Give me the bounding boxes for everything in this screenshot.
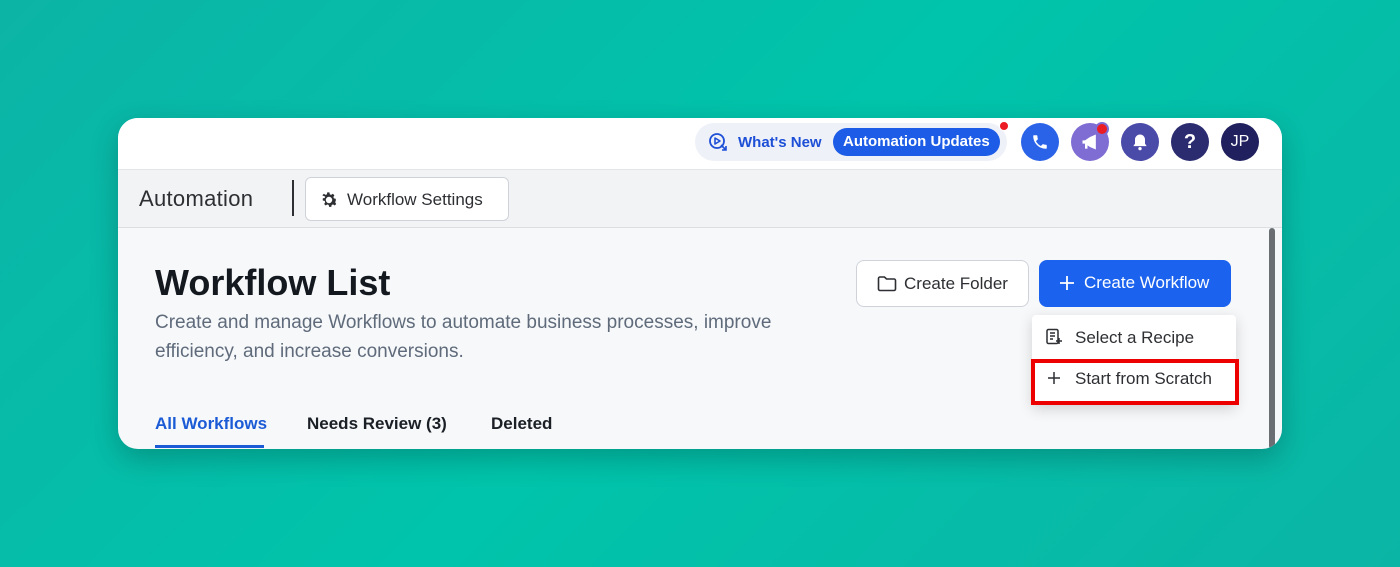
announcements-notification-dot (1095, 122, 1109, 136)
app-title: Automation (139, 186, 254, 211)
page-title: Workflow List (155, 262, 391, 303)
highlight-box (1031, 359, 1239, 405)
tab-deleted[interactable]: Deleted (491, 414, 552, 434)
create-folder-button[interactable]: Create Folder (856, 260, 1029, 307)
avatar-initials: JP (1230, 133, 1250, 150)
phone-button[interactable] (1021, 123, 1059, 161)
help-button[interactable]: ? (1171, 123, 1209, 161)
notifications-button[interactable] (1121, 123, 1159, 161)
workflow-settings-label: Workflow Settings (347, 190, 483, 209)
bell-icon (1133, 134, 1147, 151)
page-description: Create and manage Workflows to automate … (155, 312, 772, 362)
whats-new-notification-dot (999, 121, 1009, 131)
help-icon: ? (1183, 130, 1197, 153)
app-window: What's New Automation Updates ? JP Autom… (118, 118, 1282, 449)
workflow-settings-button[interactable]: Workflow Settings (305, 177, 509, 221)
whats-new-label: What's New (738, 134, 822, 151)
header-divider (292, 180, 294, 216)
create-workflow-button[interactable]: Create Workflow (1039, 260, 1231, 307)
gear-icon (322, 192, 338, 207)
automation-updates-pill[interactable]: Automation Updates (833, 128, 1000, 156)
plus-icon (1060, 276, 1074, 290)
active-tab-indicator (155, 445, 264, 448)
avatar[interactable]: JP (1221, 123, 1259, 161)
tab-all-workflows[interactable]: All Workflows (155, 414, 267, 434)
phone-icon (1033, 135, 1047, 149)
menu-item-label: Select a Recipe (1075, 328, 1195, 347)
megaphone-icon (1082, 134, 1096, 150)
whats-new-button[interactable]: What's New Automation Updates (695, 123, 1007, 161)
folder-icon (877, 276, 897, 292)
top-bar: What's New Automation Updates ? JP (118, 118, 1282, 170)
recipe-icon (1046, 328, 1062, 345)
create-workflow-label: Create Workflow (1084, 273, 1210, 292)
sub-header: Automation Workflow Settings (118, 170, 1282, 228)
scrollbar[interactable] (1269, 228, 1275, 449)
create-folder-label: Create Folder (904, 274, 1008, 293)
whats-new-icon (709, 133, 727, 151)
menu-item-select-recipe[interactable]: Select a Recipe (1032, 317, 1236, 357)
tab-needs-review[interactable]: Needs Review (3) (307, 414, 447, 434)
